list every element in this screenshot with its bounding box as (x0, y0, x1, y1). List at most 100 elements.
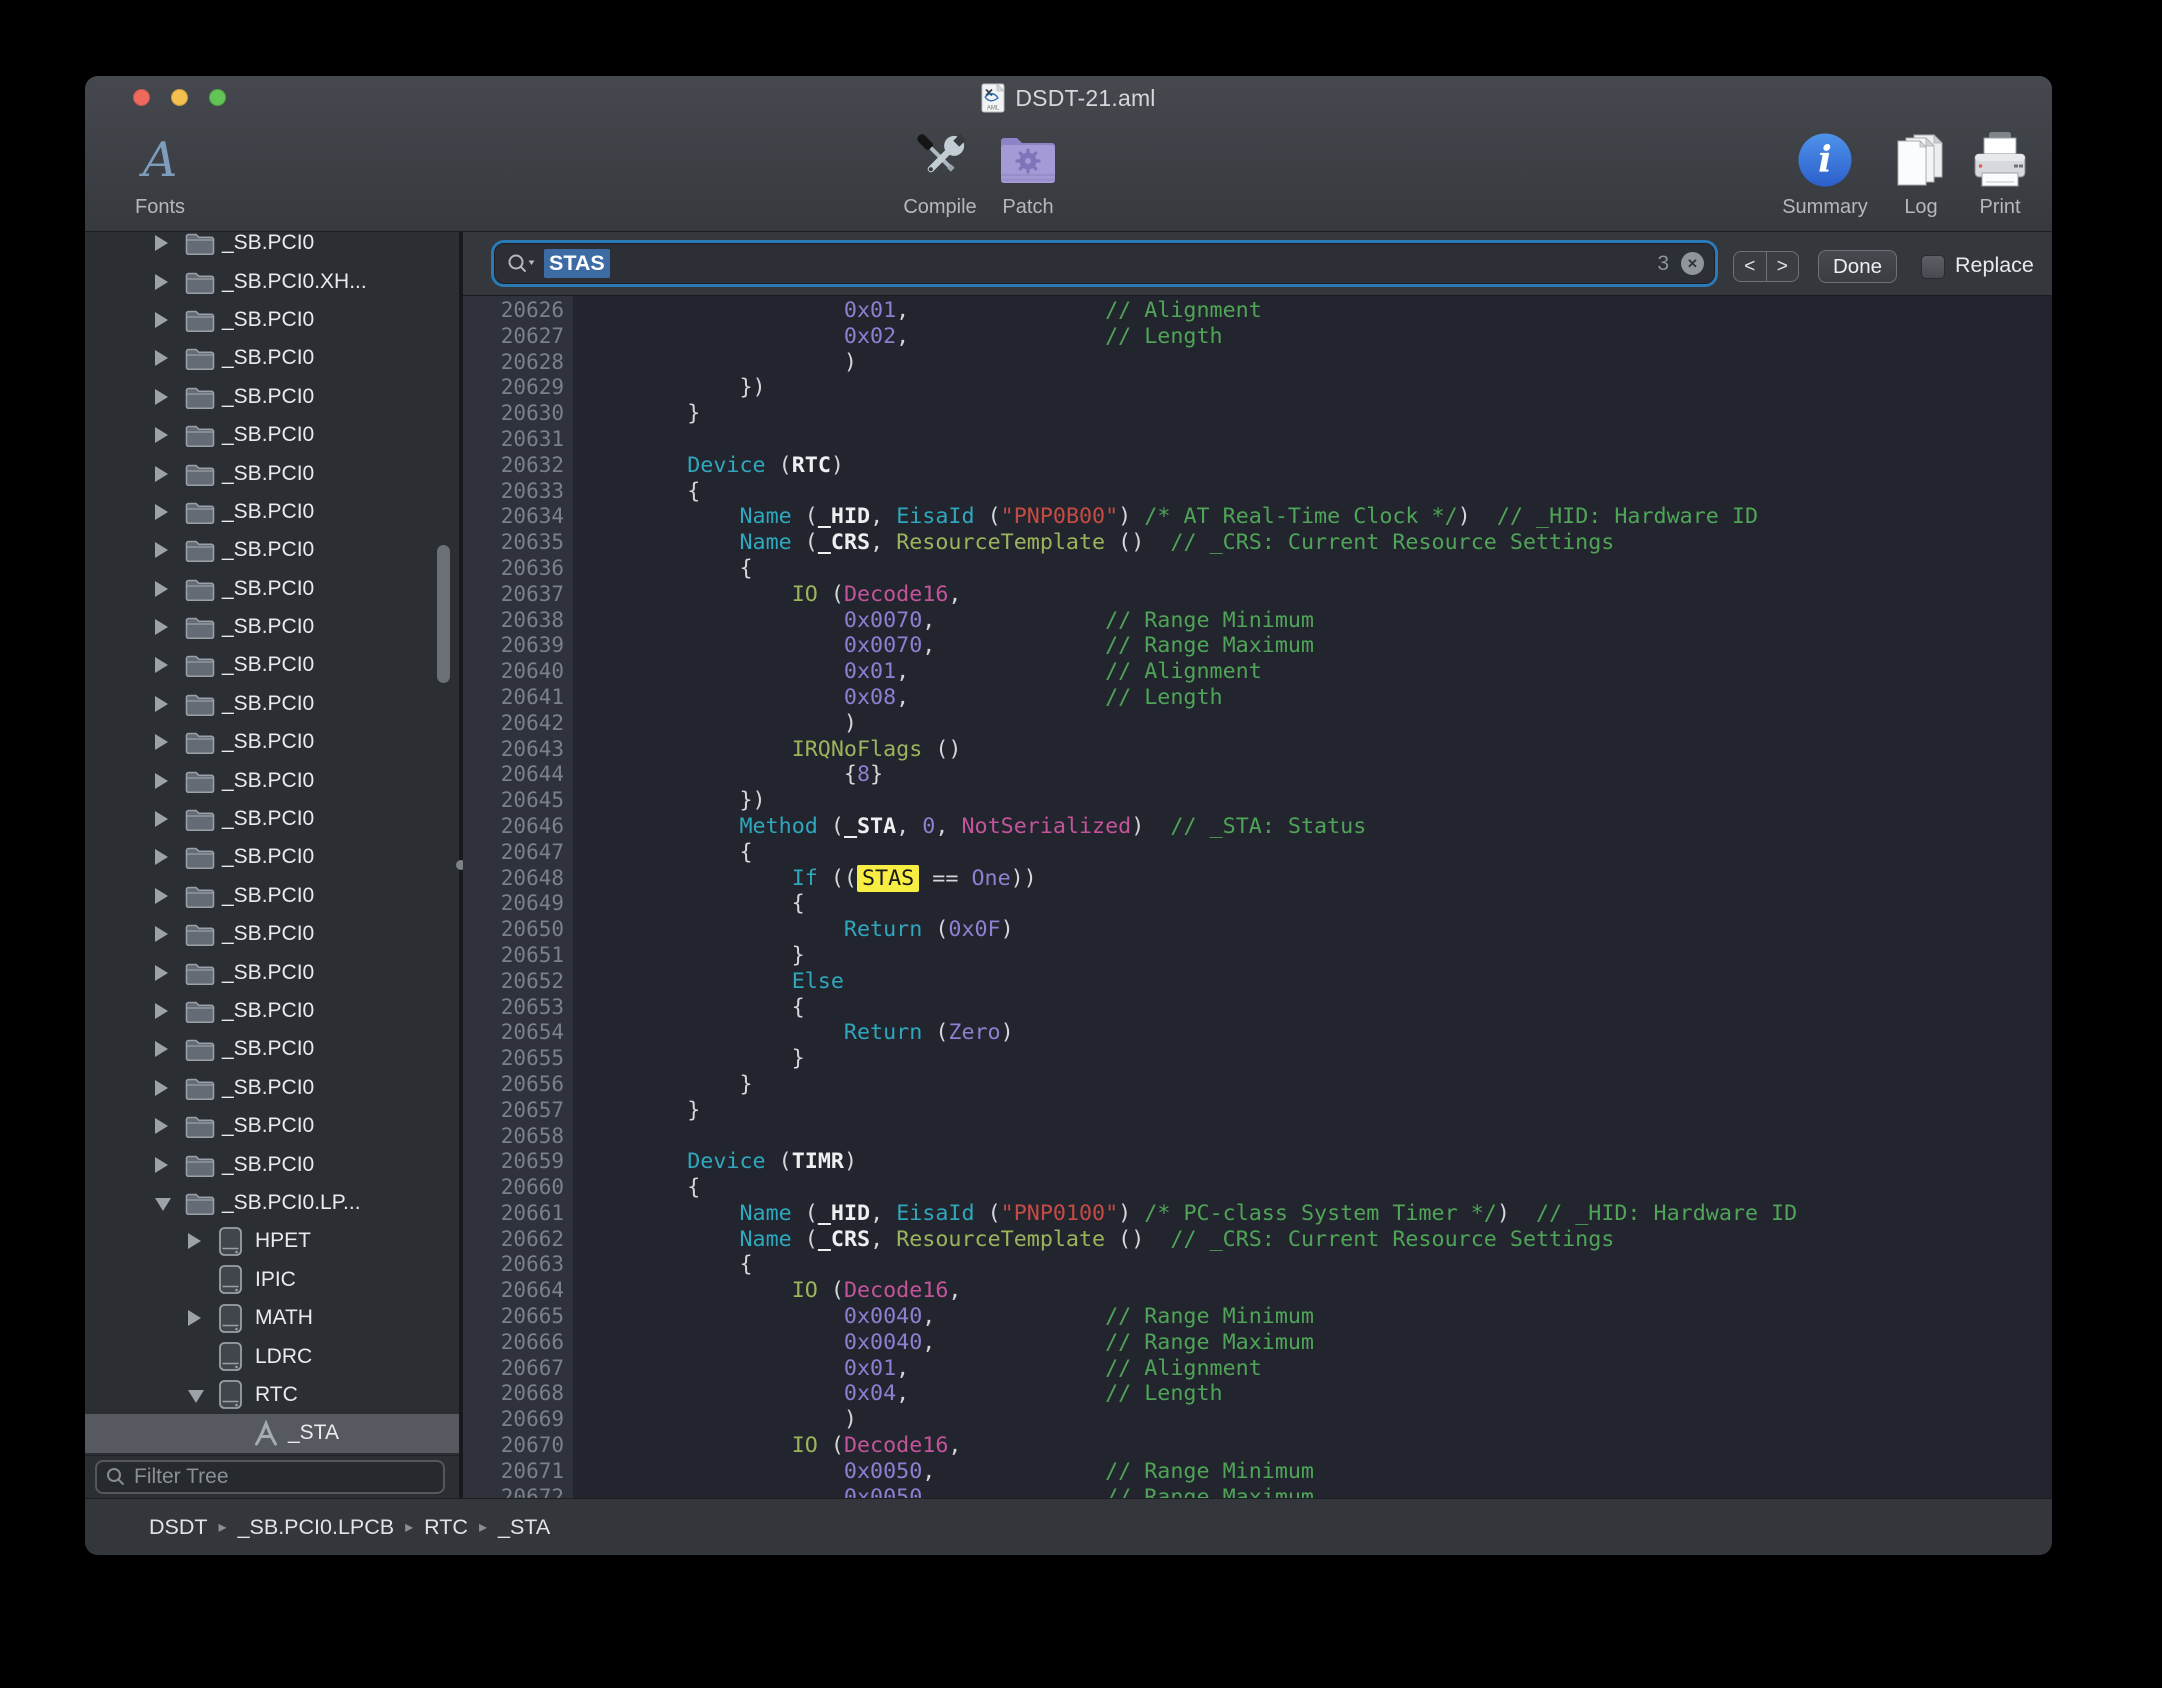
find-input[interactable]: STAS 3 ✕ (491, 240, 1718, 287)
line-number: 20652 (463, 969, 564, 995)
chevron-right-icon[interactable] (155, 312, 185, 328)
device-icon (218, 1264, 244, 1295)
code-line: 0x01, // Alignment (635, 1356, 2052, 1382)
chevron-down-icon[interactable] (188, 1387, 218, 1403)
replace-checkbox[interactable] (1921, 255, 1945, 279)
chevron-right-icon[interactable] (155, 773, 185, 789)
sidebar-scrollbar[interactable] (437, 545, 450, 683)
tree-row--sb-pci0[interactable]: _SB.PCI0 (85, 723, 459, 761)
zoom-button[interactable] (209, 89, 226, 106)
code-line: 0x0040, // Range Minimum (635, 1304, 2052, 1330)
device-icon (218, 1303, 244, 1334)
search-menu-icon[interactable] (506, 252, 538, 276)
folder-icon (185, 385, 215, 409)
minimize-button[interactable] (171, 89, 188, 106)
find-previous-button[interactable]: < (1734, 252, 1766, 281)
chevron-right-icon[interactable] (155, 504, 185, 520)
code-line: 0x08, // Length (635, 685, 2052, 711)
tree-row--sb-pci0[interactable]: _SB.PCI0 (85, 1069, 459, 1107)
chevron-down-icon[interactable] (155, 1195, 185, 1211)
clear-search-button[interactable]: ✕ (1681, 252, 1704, 275)
chevron-right-icon[interactable] (155, 811, 185, 827)
chevron-right-icon[interactable] (155, 274, 185, 290)
breadcrumb-item[interactable]: _STA (498, 1515, 550, 1540)
code-content: 0x01, // Alignment 0x02, // Length ) }) … (573, 296, 2052, 1498)
chevron-right-icon[interactable] (155, 1080, 185, 1096)
chevron-right-icon[interactable] (155, 427, 185, 443)
chevron-right-icon[interactable] (155, 1118, 185, 1134)
main-split: _SB.PCI0_SB.PCI0.XH..._SB.PCI0_SB.PCI0_S… (85, 232, 2052, 1498)
tree-item-label: _SB.PCI0 (222, 500, 314, 524)
breadcrumb-item[interactable]: _SB.PCI0.LPCB (238, 1515, 395, 1540)
code-editor[interactable]: 2062620627206282062920630206312063220633… (463, 296, 2052, 1498)
chevron-right-icon[interactable] (155, 619, 185, 635)
find-next-button[interactable]: > (1766, 252, 1799, 281)
tree-item-label: LDRC (255, 1345, 312, 1369)
done-button[interactable]: Done (1818, 250, 1897, 283)
folder-icon (185, 653, 215, 677)
tree-row--sb-pci0-xh-[interactable]: _SB.PCI0.XH... (85, 262, 459, 300)
tree-item-label: _SB.PCI0 (222, 308, 314, 332)
tree-row--sb-pci0[interactable]: _SB.PCI0 (85, 800, 459, 838)
tree-row--sb-pci0[interactable]: _SB.PCI0 (85, 1107, 459, 1145)
chevron-right-icon[interactable] (155, 1003, 185, 1019)
chevron-right-icon[interactable] (155, 235, 185, 251)
tree-row--sb-pci0[interactable]: _SB.PCI0 (85, 646, 459, 684)
tree-row--sb-pci0[interactable]: _SB.PCI0 (85, 685, 459, 723)
chevron-right-icon[interactable] (155, 581, 185, 597)
breadcrumb-item[interactable]: RTC (424, 1515, 468, 1540)
chevron-right-icon[interactable] (188, 1233, 218, 1249)
close-button[interactable] (133, 89, 150, 106)
chevron-right-icon[interactable] (155, 849, 185, 865)
tree-row--sb-pci0[interactable]: _SB.PCI0 (85, 570, 459, 608)
chevron-right-icon[interactable] (155, 542, 185, 558)
fonts-button[interactable]: A Fonts (113, 122, 207, 230)
tree-row-rtc[interactable]: RTC (85, 1376, 459, 1414)
chevron-right-icon[interactable] (155, 696, 185, 712)
tree-row--sb-pci0[interactable]: _SB.PCI0 (85, 454, 459, 492)
tree-row--sb-pci0[interactable]: _SB.PCI0 (85, 416, 459, 454)
chevron-right-icon[interactable] (155, 926, 185, 942)
chevron-right-icon[interactable] (155, 466, 185, 482)
device-icon (218, 1226, 244, 1257)
chevron-right-icon[interactable] (188, 1310, 218, 1326)
tree-row--sta[interactable]: _STA (85, 1414, 459, 1452)
tree-row--sb-pci0[interactable]: _SB.PCI0 (85, 493, 459, 531)
tree-row-hpet[interactable]: HPET (85, 1222, 459, 1260)
chevron-right-icon[interactable] (155, 888, 185, 904)
chevron-right-icon[interactable] (155, 389, 185, 405)
tree-row--sb-pci0[interactable]: _SB.PCI0 (85, 761, 459, 799)
tree-row--sb-pci0[interactable]: _SB.PCI0 (85, 1030, 459, 1068)
code-line: 0x0070, // Range Maximum (635, 633, 2052, 659)
tree-row--sb-pci0[interactable]: _SB.PCI0 (85, 301, 459, 339)
tree-row--sb-pci0[interactable]: _SB.PCI0 (85, 877, 459, 915)
chevron-right-icon[interactable] (155, 657, 185, 673)
code-line: ) (635, 350, 2052, 376)
tree-row--sb-pci0-lp-[interactable]: _SB.PCI0.LP... (85, 1184, 459, 1222)
tree-row--sb-pci0[interactable]: _SB.PCI0 (85, 531, 459, 569)
tree-outline[interactable]: _SB.PCI0_SB.PCI0.XH..._SB.PCI0_SB.PCI0_S… (85, 232, 459, 1455)
patch-button[interactable]: Patch (958, 122, 1098, 230)
tree-row--sb-pci0[interactable]: _SB.PCI0 (85, 915, 459, 953)
tree-row--sb-pci0[interactable]: _SB.PCI0 (85, 339, 459, 377)
filter-tree-input[interactable]: Filter Tree (95, 1460, 445, 1494)
breadcrumb-item[interactable]: DSDT (149, 1515, 208, 1540)
tree-row-ipic[interactable]: IPIC (85, 1261, 459, 1299)
line-number: 20648 (463, 866, 564, 892)
tree-row--sb-pci0[interactable]: _SB.PCI0 (85, 232, 459, 262)
chevron-right-icon[interactable] (155, 350, 185, 366)
tree-row--sb-pci0[interactable]: _SB.PCI0 (85, 992, 459, 1030)
chevron-right-icon[interactable] (155, 734, 185, 750)
tree-row--sb-pci0[interactable]: _SB.PCI0 (85, 838, 459, 876)
tree-row--sb-pci0[interactable]: _SB.PCI0 (85, 378, 459, 416)
chevron-right-icon[interactable] (155, 1041, 185, 1057)
tree-row--sb-pci0[interactable]: _SB.PCI0 (85, 608, 459, 646)
line-number: 20647 (463, 840, 564, 866)
tree-row-math[interactable]: MATH (85, 1299, 459, 1337)
tree-row--sb-pci0[interactable]: _SB.PCI0 (85, 1145, 459, 1183)
tree-row-ldrc[interactable]: LDRC (85, 1337, 459, 1375)
chevron-right-icon[interactable] (155, 965, 185, 981)
chevron-right-icon[interactable] (155, 1157, 185, 1173)
print-button[interactable]: Print (1950, 122, 2050, 230)
tree-row--sb-pci0[interactable]: _SB.PCI0 (85, 953, 459, 991)
